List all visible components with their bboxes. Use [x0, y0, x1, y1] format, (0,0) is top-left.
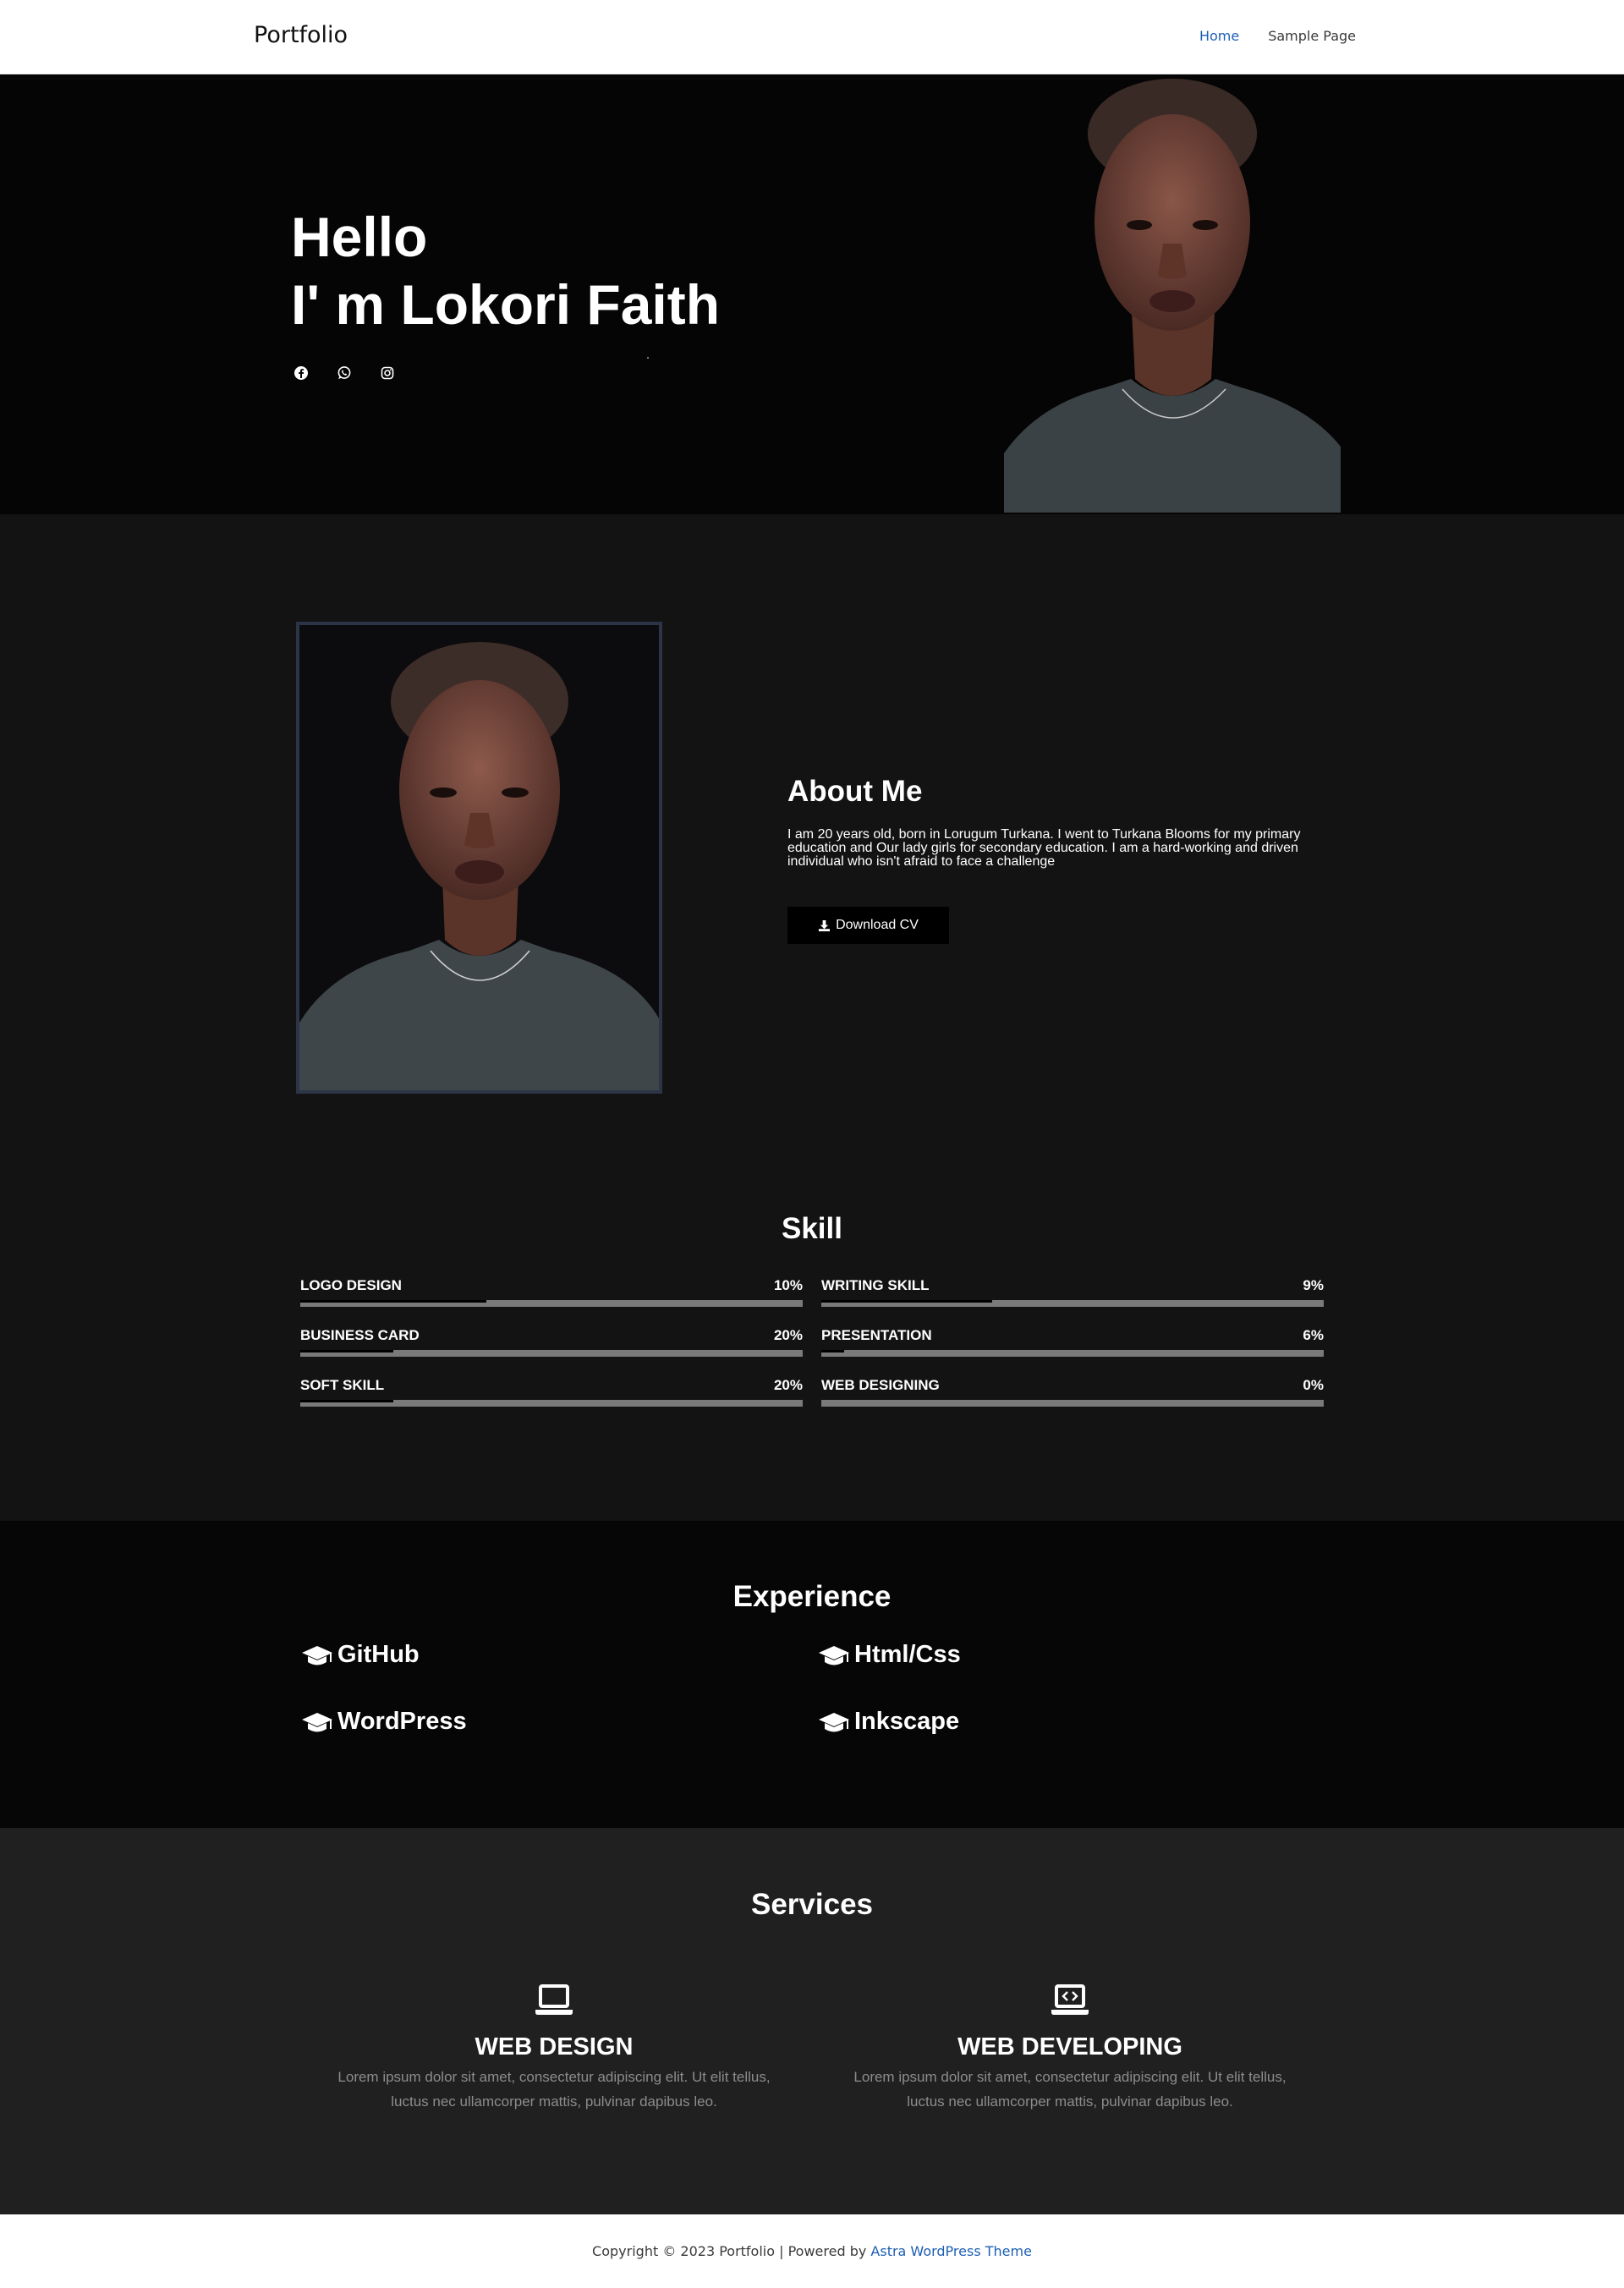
skill-progress-fill — [821, 1350, 844, 1352]
site-footer: Copyright © 2023 Portfolio | Powered by … — [0, 2214, 1624, 2288]
skill-soft-skill: SOFT SKILL 20% — [300, 1377, 803, 1407]
social-links — [293, 365, 396, 381]
download-cv-label: Download CV — [836, 918, 919, 932]
skill-name: WEB DESIGNING — [821, 1377, 940, 1393]
experience-item-github: GitHub — [300, 1641, 420, 1669]
skill-heading: Skill — [782, 1212, 842, 1245]
experience-label: Inkscape — [854, 1708, 960, 1735]
skill-progress-fill — [300, 1350, 393, 1352]
hero-name: I' m Lokori Faith — [291, 273, 721, 336]
experience-section: Experience GitHub Html/Css WordPress Ink… — [0, 1521, 1624, 1828]
graduation-cap-icon — [302, 1645, 332, 1665]
experience-heading: Experience — [732, 1580, 892, 1613]
skill-writing: WRITING SKILL 9% — [821, 1277, 1324, 1307]
about-description: I am 20 years old, born in Lorugum Turka… — [787, 827, 1301, 869]
skill-progress-bar — [821, 1400, 1324, 1407]
hero-section: Hello I' m Lokori Faith — [0, 74, 1624, 514]
skill-percent: 10% — [773, 1277, 803, 1293]
services-section: Services WEB DESIGN Lorem ipsum dolor si… — [0, 1828, 1624, 2214]
service-card-web-developing: WEB DEVELOPING Lorem ipsum dolor sit ame… — [833, 1983, 1307, 2114]
service-description: Lorem ipsum dolor sit amet, consectetur … — [337, 2069, 771, 2110]
skill-progress-bar — [300, 1350, 803, 1357]
skill-progress-fill — [300, 1300, 486, 1303]
skill-percent: 20% — [773, 1377, 803, 1393]
theme-credit-link[interactable]: Astra WordPress Theme — [870, 2243, 1032, 2259]
skill-name: LOGO DESIGN — [300, 1277, 402, 1293]
service-description: Lorem ipsum dolor sit amet, consectetur … — [853, 2069, 1287, 2110]
skill-name: PRESENTATION — [821, 1327, 932, 1343]
site-header: Portfolio Home Sample Page — [0, 0, 1624, 74]
graduation-cap-icon — [819, 1712, 849, 1731]
laptop-code-icon — [1051, 1984, 1089, 2015]
experience-item-wordpress: WordPress — [300, 1708, 467, 1736]
skill-name: WRITING SKILL — [821, 1277, 930, 1293]
skill-percent: 9% — [1303, 1277, 1324, 1293]
skill-progress-fill — [300, 1400, 393, 1402]
site-title-link[interactable]: Portfolio — [254, 22, 348, 48]
skill-business-card: BUSINESS CARD 20% — [300, 1327, 803, 1357]
skill-progress-bar — [821, 1350, 1324, 1357]
experience-item-inkscape: Inkscape — [817, 1708, 959, 1736]
experience-label: WordPress — [337, 1708, 467, 1735]
experience-item-html-css: Html/Css — [817, 1641, 961, 1669]
copyright-text: Copyright © 2023 Portfolio | Powered by … — [0, 2243, 1624, 2259]
skill-name: SOFT SKILL — [300, 1377, 385, 1393]
skill-presentation: PRESENTATION 6% — [821, 1327, 1324, 1357]
copyright-prefix: Copyright © 2023 Portfolio | Powered by — [592, 2243, 871, 2259]
instagram-icon[interactable] — [379, 365, 396, 381]
download-icon — [819, 919, 831, 931]
nav-item-sample-page[interactable]: Sample Page — [1268, 28, 1356, 44]
primary-nav: Home Sample Page — [1199, 28, 1356, 44]
graduation-cap-icon — [819, 1645, 849, 1665]
skill-progress-bar — [821, 1300, 1324, 1307]
about-heading: About Me — [787, 775, 923, 808]
about-section: About Me I am 20 years old, born in Loru… — [0, 514, 1624, 1521]
laptop-icon — [535, 1984, 573, 2015]
service-title: WEB DEVELOPING — [957, 2033, 1182, 2060]
graduation-cap-icon — [302, 1712, 332, 1731]
experience-label: Html/Css — [854, 1641, 961, 1668]
whatsapp-icon[interactable] — [336, 365, 353, 381]
service-card-web-design: WEB DESIGN Lorem ipsum dolor sit amet, c… — [317, 1983, 791, 2114]
skill-percent: 6% — [1303, 1327, 1324, 1343]
hero-portrait-photo — [1004, 74, 1341, 513]
skill-progress-bar — [300, 1300, 803, 1307]
download-cv-button[interactable]: Download CV — [787, 907, 949, 944]
skill-progress-bar — [300, 1400, 803, 1407]
skill-percent: 20% — [773, 1327, 803, 1343]
hero-decorative-dot — [647, 357, 649, 359]
skill-name: BUSINESS CARD — [300, 1327, 420, 1343]
services-heading: Services — [750, 1888, 874, 1921]
facebook-icon[interactable] — [293, 365, 310, 381]
experience-label: GitHub — [337, 1641, 420, 1668]
nav-item-home[interactable]: Home — [1199, 28, 1239, 44]
skill-progress-fill — [821, 1300, 992, 1303]
hero-greeting: Hello — [291, 206, 428, 268]
skill-web-designing: WEB DESIGNING 0% — [821, 1377, 1324, 1407]
about-portrait-photo — [296, 622, 662, 1094]
skill-percent: 0% — [1303, 1377, 1324, 1393]
skill-logo-design: LOGO DESIGN 10% — [300, 1277, 803, 1307]
service-title: WEB DESIGN — [475, 2033, 634, 2060]
